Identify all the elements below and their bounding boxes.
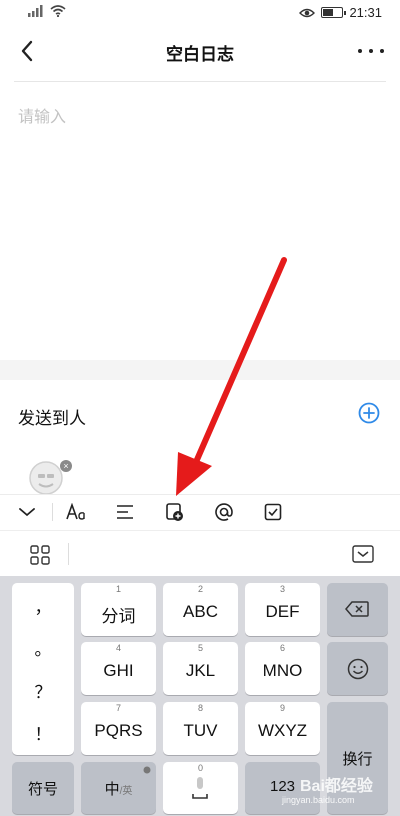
key-3[interactable]: 3 DEF <box>245 583 320 636</box>
key-5[interactable]: 5 JKL <box>163 642 238 695</box>
microphone-icon <box>192 777 208 799</box>
status-left <box>28 5 66 17</box>
language-sub: /英 <box>119 786 133 797</box>
key-label: TUV <box>183 721 218 740</box>
enter-label: 换行 <box>342 751 373 768</box>
key-number: 4 <box>115 643 121 653</box>
language-main: 中 <box>104 781 120 798</box>
key-4[interactable]: 4 GHI <box>81 642 156 695</box>
key-label: WXYZ <box>257 721 308 740</box>
align-icon[interactable] <box>112 499 138 525</box>
language-label: 中/英 <box>81 778 156 799</box>
status-right: 21:31 <box>299 5 382 20</box>
watermark-title: Bai都经验 <box>300 778 373 795</box>
punct-period[interactable]: 。 <box>12 635 74 660</box>
key-label: 分词 <box>101 607 136 626</box>
send-to-people-label: 发送到人 <box>18 409 86 428</box>
key-number: 3 <box>279 584 285 594</box>
section-gap <box>0 360 400 380</box>
key-label: JKL <box>185 661 216 680</box>
backspace-icon <box>345 601 369 617</box>
key-number: 8 <box>197 703 203 713</box>
key-label: ABC <box>183 602 218 621</box>
key-9[interactable]: 9 WXYZ <box>245 702 320 755</box>
log-content-input[interactable]: 请输入 <box>18 103 66 127</box>
symbol-label: 符号 <box>27 781 58 798</box>
remove-recipient-icon[interactable]: × <box>60 460 72 472</box>
keyboard-toolbar <box>0 530 400 576</box>
key-1[interactable]: 1 分词 <box>81 583 156 636</box>
status-bar: 21:31 <box>0 0 400 26</box>
space-key[interactable]: 0 <box>163 762 238 814</box>
smiley-icon <box>347 658 369 680</box>
battery-icon <box>321 7 347 18</box>
watermark: Bai都经验 jingyan.baidu.com <box>272 770 392 810</box>
editor-toolbar <box>0 494 400 528</box>
collapse-keyboard-icon[interactable] <box>14 499 40 525</box>
eye-icon <box>299 8 316 17</box>
punct-comma[interactable]: ， <box>12 593 74 618</box>
font-style-icon[interactable] <box>64 499 90 525</box>
key-label: MNO <box>262 661 303 680</box>
key-2[interactable]: 2 ABC <box>163 583 238 636</box>
more-menu-icon[interactable] <box>356 38 386 64</box>
emoji-key[interactable] <box>327 642 388 695</box>
page-title: 空白日志 <box>166 45 234 64</box>
key-number: 5 <box>197 643 203 653</box>
key-number: 1 <box>115 584 121 594</box>
add-recipient-icon[interactable] <box>358 402 380 424</box>
hide-keyboard-icon[interactable] <box>352 545 374 563</box>
backspace-key[interactable] <box>327 583 388 636</box>
key-number: 6 <box>279 643 285 653</box>
key-7[interactable]: 7 PQRS <box>81 702 156 755</box>
toolbar-divider <box>52 503 53 521</box>
language-badge-icon <box>143 766 151 774</box>
key-label: PQRS <box>94 721 143 740</box>
title-bar: 空白日志 <box>0 26 400 80</box>
symbol-key[interactable]: 符号 <box>12 762 74 814</box>
key-label: GHI <box>103 661 134 680</box>
key-number: 9 <box>279 703 285 713</box>
header-divider <box>14 81 386 82</box>
watermark-url: jingyan.baidu.com <box>282 795 355 805</box>
key-number: 0 <box>197 763 203 773</box>
send-to-people-row[interactable]: 发送到人 <box>0 380 400 450</box>
insert-attachment-icon[interactable] <box>162 499 188 525</box>
key-8[interactable]: 8 TUV <box>163 702 238 755</box>
avatar <box>29 461 63 495</box>
punctuation-column[interactable]: ， 。 ？ ！ <box>12 583 74 755</box>
recipient-chip[interactable]: × <box>28 460 72 495</box>
signal-icon <box>28 5 43 17</box>
punct-exclaim[interactable]: ！ <box>12 720 74 745</box>
punct-question[interactable]: ？ <box>12 678 74 703</box>
language-switch-key[interactable]: 中/英 <box>81 762 156 814</box>
wifi-icon <box>50 5 66 17</box>
mention-icon[interactable] <box>211 499 237 525</box>
checklist-icon[interactable] <box>260 499 286 525</box>
key-label: DEF <box>265 602 300 621</box>
key-number: 2 <box>197 584 203 594</box>
status-time: 21:31 <box>349 5 382 20</box>
key-number: 7 <box>115 703 121 713</box>
keyboard-bar-divider <box>68 543 69 565</box>
key-6[interactable]: 6 MNO <box>245 642 320 695</box>
keyboard-menu-icon[interactable] <box>30 545 50 565</box>
